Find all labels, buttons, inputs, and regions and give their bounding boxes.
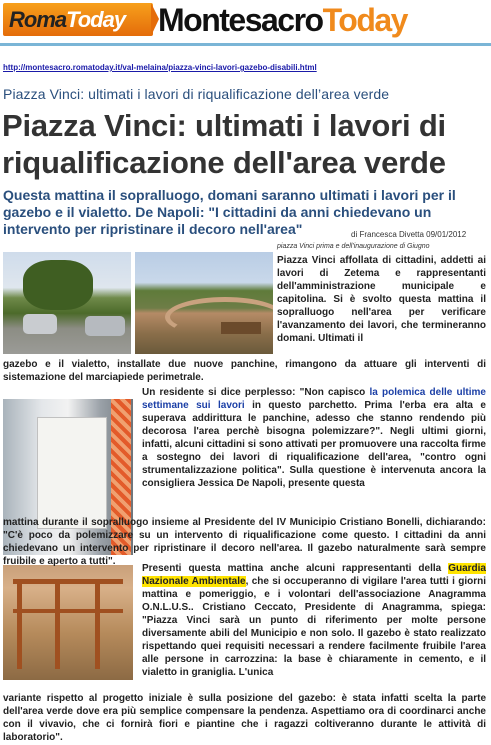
notice-paper-shape — [37, 417, 107, 529]
p3-text-b: , che si occuperanno di vigilare l'area … — [142, 576, 486, 678]
car-shape — [23, 314, 57, 334]
gazebo-beam — [13, 609, 123, 613]
logo-left-roma: Roma — [9, 7, 67, 32]
article-paragraph-2-cont: mattina durante il sopralluogo insieme a… — [3, 517, 486, 567]
photo-caption: piazza Vinci prima e dell'inaugurazione … — [277, 243, 430, 250]
montesacrotoday-logo[interactable]: MontesacroToday — [158, 2, 409, 39]
source-url-link[interactable]: http://montesacro.romatoday.it/val-melai… — [3, 63, 317, 72]
logo-right-today: Today — [322, 2, 409, 38]
article-byline: di Francesca Divetta 09/01/2012 — [351, 230, 467, 239]
gazebo-beam — [13, 579, 123, 584]
tree-shape — [23, 260, 93, 310]
article-title-line-2: riqualificazione dell'area verde — [2, 145, 446, 180]
article-paragraph-1-cont: gazebo e il vialetto, installate due nuo… — [3, 359, 486, 383]
header-divider — [0, 43, 491, 46]
gazebo-post — [55, 579, 60, 669]
photo-piazza-inauguration — [135, 252, 273, 354]
article-paragraph-1: Piazza Vinci affollata di cittadini, add… — [277, 255, 486, 344]
article-kicker: Piazza Vinci: ultimati i lavori di riqua… — [3, 86, 390, 102]
romatoday-logo-text: RomaToday — [9, 7, 126, 33]
article-paragraph-3: Presenti questa mattina anche alcuni rap… — [142, 562, 486, 679]
logo-left-today: Today — [66, 7, 126, 32]
gazebo-post — [17, 579, 22, 669]
p3-text-a: Presenti questa mattina anche alcuni rap… — [142, 563, 449, 574]
car-shape — [85, 316, 125, 336]
article-title-line-1: Piazza Vinci: ultimati i lavori di — [2, 108, 446, 143]
article-paragraph-3-cont: variante rispetto al progetto iniziale è… — [3, 693, 486, 743]
p2-text-b: in questo parchetto. Prima l'erba era al… — [142, 400, 486, 489]
photo-gazebo-construction — [3, 565, 133, 680]
p2-text-a: Un residente si dice perplesso: "Non cap… — [142, 387, 370, 398]
bench-shape — [221, 322, 261, 334]
logo-right-montesacro: Montesacro — [158, 2, 324, 38]
article-paragraph-2: Un residente si dice perplesso: "Non cap… — [142, 386, 486, 490]
gazebo-post — [95, 579, 100, 669]
photo-piazza-before — [3, 252, 131, 354]
romatoday-logo[interactable]: RomaToday — [3, 3, 159, 36]
